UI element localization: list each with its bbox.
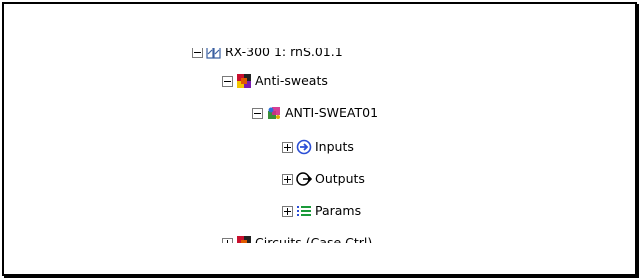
tree-node-label: Params: [315, 203, 362, 218]
tree-node-anti-sweats[interactable]: Anti-sweats: [222, 71, 328, 91]
tree-node-label: Inputs: [315, 139, 354, 154]
output-arrow-icon: [296, 172, 312, 186]
tree-node-inputs[interactable]: Inputs: [282, 137, 354, 157]
collapse-icon[interactable]: [222, 75, 233, 87]
tree-node-label: Outputs: [315, 171, 365, 186]
tree-node-circuits[interactable]: Circuits (Case Ctrl): [222, 233, 372, 243]
folder-group-icon: [237, 74, 251, 88]
tree-view: RX-300 1: rnS.01.1 Anti-sweats ANTI-SWEA…: [4, 4, 635, 274]
expand-icon[interactable]: [282, 205, 293, 217]
folder-group-icon: [237, 236, 251, 243]
tree-node-anti-sweat01[interactable]: ANTI-SWEAT01: [252, 103, 378, 123]
collapse-icon[interactable]: [252, 107, 263, 119]
tree-node-params[interactable]: Params: [282, 201, 361, 221]
input-arrow-icon: [296, 139, 312, 155]
tree-node-label: ANTI-SWEAT01: [285, 105, 379, 120]
tree-node-label: RX-300 1: rnS.01.1: [225, 48, 343, 59]
expand-icon[interactable]: [282, 173, 293, 185]
expand-icon[interactable]: [222, 237, 233, 243]
controller-icon: [206, 48, 221, 59]
params-list-icon: [297, 206, 311, 216]
tree-node-root[interactable]: RX-300 1: rnS.01.1: [192, 48, 343, 59]
tree-row-clip-top: RX-300 1: rnS.01.1: [4, 48, 635, 59]
tree-node-label: Circuits (Case Ctrl): [255, 235, 373, 243]
tree-node-outputs[interactable]: Outputs: [282, 169, 365, 189]
expand-icon[interactable]: [282, 141, 293, 153]
device-icon: [268, 107, 280, 119]
tree-panel: RX-300 1: rnS.01.1 Anti-sweats ANTI-SWEA…: [2, 2, 637, 276]
tree-node-label: Anti-sweats: [255, 73, 328, 88]
tree-row-clip-bottom: Circuits (Case Ctrl): [4, 229, 635, 243]
collapse-icon[interactable]: [192, 48, 203, 58]
